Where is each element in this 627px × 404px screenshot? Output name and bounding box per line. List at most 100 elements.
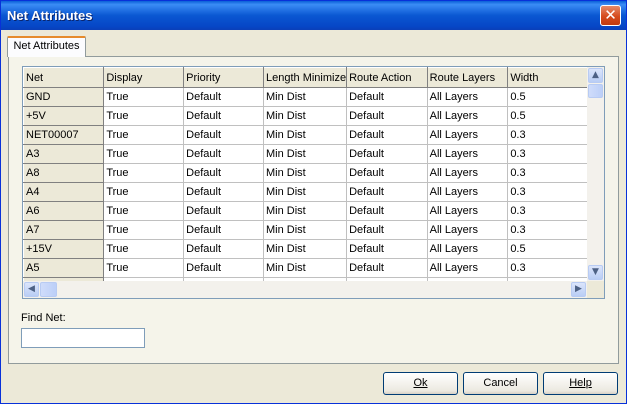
column-header-priority[interactable]: Priority — [183, 67, 264, 88]
cell-priority[interactable]: Default — [183, 201, 264, 221]
cell-length-minimize[interactable]: Min Dist — [263, 239, 348, 259]
table-row[interactable]: +5V True Default Min Dist Default All Layers 0… — [23, 106, 588, 126]
horizontal-scroll-thumb[interactable] — [40, 282, 57, 297]
cell-display[interactable]: True — [103, 182, 185, 202]
cell-display[interactable]: True — [103, 125, 185, 145]
cell-route-layers[interactable]: All Layers — [427, 201, 509, 221]
cell-priority[interactable]: Default — [183, 239, 264, 259]
cell-priority[interactable]: Default — [183, 125, 264, 145]
cell-length-minimize[interactable]: Min Dist — [263, 258, 348, 278]
cell-priority[interactable]: Default — [183, 163, 264, 183]
column-header-route-layers[interactable]: Route Layers — [426, 67, 509, 88]
cell-route-layers[interactable]: All Layers — [427, 106, 509, 126]
cell-width[interactable]: 0.5 — [507, 87, 588, 107]
cell-route-layers[interactable]: All Layers — [427, 220, 509, 240]
cell-width[interactable]: 0.3 — [507, 258, 588, 278]
cell-priority[interactable]: Default — [183, 87, 264, 107]
cell-net[interactable]: +15V — [23, 239, 105, 259]
cell-display[interactable]: True — [103, 106, 185, 126]
cell-route-action[interactable]: Default — [346, 220, 428, 240]
cell-priority[interactable]: Default — [183, 144, 264, 164]
column-header-length-minimize[interactable]: Length Minimize — [262, 67, 348, 88]
cell-route-action[interactable]: Default — [346, 106, 428, 126]
cell-priority[interactable]: Default — [183, 258, 264, 278]
help-button[interactable]: Help — [543, 372, 618, 395]
cell-route-action[interactable]: Default — [346, 87, 428, 107]
column-header-net[interactable]: Net — [23, 67, 105, 88]
table-row[interactable]: A6 True Default Min Dist Default All Layers 0.… — [23, 201, 588, 221]
cell-net[interactable]: A3 — [23, 144, 105, 164]
cell-display[interactable]: True — [103, 220, 185, 240]
cell-length-minimize[interactable]: Min Dist — [263, 220, 348, 240]
cell-route-action[interactable]: Default — [346, 144, 428, 164]
cell-width[interactable]: 0.3 — [507, 125, 588, 145]
cell-priority[interactable]: Default — [183, 106, 264, 126]
cell-length-minimize[interactable]: Min Dist — [263, 201, 348, 221]
cell-priority[interactable]: Default — [183, 182, 264, 202]
cell-display[interactable]: True — [103, 144, 185, 164]
cell-net[interactable]: +5V — [23, 106, 105, 126]
column-header-route-action[interactable]: Route Action — [346, 67, 428, 88]
cell-route-action[interactable]: Default — [346, 125, 428, 145]
cell-length-minimize[interactable]: Min Dist — [263, 182, 348, 202]
table-row[interactable]: A5 True Default Min Dist Default All Layers 0.… — [23, 258, 588, 278]
cell-net[interactable]: A7 — [23, 220, 105, 240]
cancel-button[interactable]: Cancel — [463, 372, 538, 395]
column-header-width[interactable]: Width — [507, 67, 588, 88]
scroll-down-button[interactable]: ▼ — [588, 265, 603, 280]
cell-display[interactable]: True — [103, 87, 185, 107]
cell-width[interactable]: 0.3 — [507, 163, 588, 183]
cell-net[interactable]: A8 — [23, 163, 105, 183]
cell-priority[interactable]: Default — [183, 220, 264, 240]
cell-route-action[interactable]: Default — [346, 163, 428, 183]
cell-width[interactable]: 0.3 — [507, 220, 588, 240]
cell-length-minimize[interactable]: Min Dist — [263, 125, 348, 145]
cell-route-layers[interactable]: All Layers — [427, 125, 509, 145]
cell-display[interactable]: True — [103, 239, 185, 259]
table-row[interactable]: +15V True Default Min Dist Default All Layers… — [23, 239, 588, 259]
cell-net[interactable]: A4 — [23, 182, 105, 202]
table-row[interactable]: A3 True Default Min Dist Default All Layers 0.… — [23, 144, 588, 164]
cell-route-layers[interactable]: All Layers — [427, 258, 509, 278]
vertical-scroll-thumb[interactable] — [588, 84, 603, 98]
horizontal-scrollbar[interactable]: ◀ ▶ — [23, 281, 587, 298]
cell-net[interactable]: A5 — [23, 258, 105, 278]
table-row[interactable]: GND True Default Min Dist Default All Layers 0… — [23, 87, 588, 107]
scroll-left-button[interactable]: ◀ — [24, 282, 39, 297]
cell-net[interactable]: NET00007 — [23, 125, 105, 145]
table-row[interactable]: A8 True Default Min Dist Default All Layers 0.… — [23, 163, 588, 183]
cell-route-action[interactable]: Default — [346, 239, 428, 259]
cell-display[interactable]: True — [103, 163, 185, 183]
cell-route-action[interactable]: Default — [346, 258, 428, 278]
table-row[interactable]: NET00007 True Default Min Dist Default All La… — [23, 125, 588, 145]
cell-route-action[interactable]: Default — [346, 201, 428, 221]
cell-width[interactable]: 0.5 — [507, 106, 588, 126]
cell-display[interactable]: True — [103, 258, 185, 278]
cell-width[interactable]: 0.3 — [507, 201, 588, 221]
cell-route-layers[interactable]: All Layers — [427, 144, 509, 164]
close-button[interactable]: ✕ — [600, 5, 621, 26]
tab-net-attributes[interactable]: Net Attributes — [7, 36, 86, 57]
cell-route-layers[interactable]: All Layers — [427, 163, 509, 183]
find-net-input[interactable] — [21, 328, 145, 348]
cell-length-minimize[interactable]: Min Dist — [263, 163, 348, 183]
cell-route-action[interactable]: Default — [346, 182, 428, 202]
vertical-scrollbar[interactable]: ▲ ▼ — [587, 67, 604, 281]
table-row[interactable]: A7 True Default Min Dist Default All Layers 0.… — [23, 220, 588, 240]
cell-route-layers[interactable]: All Layers — [427, 239, 509, 259]
table-row[interactable]: A4 True Default Min Dist Default All Layers 0.… — [23, 182, 588, 202]
cell-route-layers[interactable]: All Layers — [427, 87, 509, 107]
scroll-up-button[interactable]: ▲ — [588, 68, 603, 83]
scroll-right-button[interactable]: ▶ — [571, 282, 586, 297]
cell-length-minimize[interactable]: Min Dist — [263, 106, 348, 126]
cell-width[interactable]: 0.3 — [507, 182, 588, 202]
ok-button[interactable]: Ok — [383, 372, 458, 395]
cell-width[interactable]: 0.5 — [507, 239, 588, 259]
title-bar[interactable]: Net Attributes ✕ — [1, 1, 626, 30]
cell-route-layers[interactable]: All Layers — [427, 182, 509, 202]
cell-display[interactable]: True — [103, 201, 185, 221]
cell-length-minimize[interactable]: Min Dist — [263, 144, 348, 164]
cell-length-minimize[interactable]: Min Dist — [263, 87, 348, 107]
column-header-display[interactable]: Display — [103, 67, 185, 88]
cell-width[interactable]: 0.3 — [507, 144, 588, 164]
